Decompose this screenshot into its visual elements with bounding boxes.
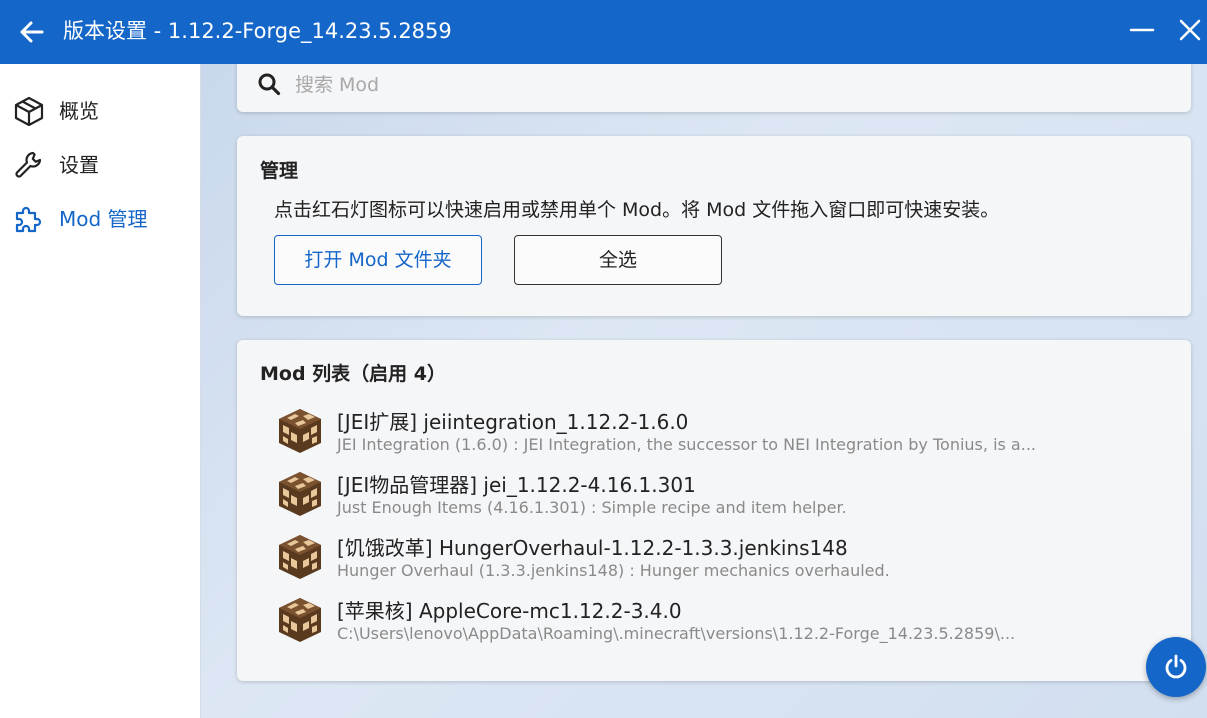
mod-description: JEI Integration (1.6.0) : JEI Integratio… xyxy=(337,435,1036,454)
open-mod-folder-button[interactable]: 打开 Mod 文件夹 xyxy=(274,235,482,285)
main-content: 管理 点击红石灯图标可以快速启用或禁用单个 Mod。将 Mod 文件拖入窗口即可… xyxy=(201,64,1207,718)
mod-list-card: Mod 列表（启用 4） [JEI扩展] jeiintegration_1.12… xyxy=(237,340,1191,681)
mod-list-item[interactable]: [JEI物品管理器] jei_1.12.2-4.16.1.301 Just En… xyxy=(277,467,1157,527)
sidebar-item-mod-management[interactable]: Mod 管理 xyxy=(0,196,200,242)
select-all-button[interactable]: 全选 xyxy=(514,235,722,285)
manage-description: 点击红石灯图标可以快速启用或禁用单个 Mod。将 Mod 文件拖入窗口即可快速安… xyxy=(274,199,1000,221)
mod-description: Just Enough Items (4.16.1.301) : Simple … xyxy=(337,498,847,517)
search-input[interactable] xyxy=(293,68,1157,102)
redstone-lamp-icon[interactable] xyxy=(277,408,323,454)
redstone-lamp-icon[interactable] xyxy=(277,471,323,517)
manage-title: 管理 xyxy=(260,160,299,182)
back-button[interactable] xyxy=(16,16,48,48)
sidebar-item-label: 设置 xyxy=(59,153,99,177)
mod-list-item[interactable]: [饥饿改革] HungerOverhaul-1.12.2-1.3.3.jenki… xyxy=(277,530,1157,590)
mod-title: [JEI扩展] jeiintegration_1.12.2-1.6.0 xyxy=(337,410,689,434)
arrow-left-icon xyxy=(20,21,44,43)
sidebar-item-overview[interactable]: 概览 xyxy=(0,88,200,134)
mod-title: [JEI物品管理器] jei_1.12.2-4.16.1.301 xyxy=(337,473,696,497)
search-card xyxy=(237,64,1191,112)
launch-button[interactable] xyxy=(1146,637,1206,697)
mod-list-title: Mod 列表（启用 4） xyxy=(260,363,447,385)
sidebar-item-label: 概览 xyxy=(59,99,99,123)
power-icon xyxy=(1165,654,1187,679)
cube-icon xyxy=(14,96,44,126)
sidebar-item-label: Mod 管理 xyxy=(59,207,148,231)
title-bar: 版本设置 - 1.12.2-Forge_14.23.5.2859 xyxy=(0,0,1207,64)
redstone-lamp-icon[interactable] xyxy=(277,597,323,643)
mod-list-item[interactable]: [苹果核] AppleCore-mc1.12.2-3.4.0 C:\Users\… xyxy=(277,593,1157,653)
sidebar-item-settings[interactable]: 设置 xyxy=(0,142,200,188)
manage-card: 管理 点击红石灯图标可以快速启用或禁用单个 Mod。将 Mod 文件拖入窗口即可… xyxy=(237,136,1191,316)
close-button[interactable] xyxy=(1176,16,1204,44)
wrench-icon xyxy=(15,151,42,178)
sidebar: 概览 设置 Mod 管理 xyxy=(0,64,201,718)
mod-title: [饥饿改革] HungerOverhaul-1.12.2-1.3.3.jenki… xyxy=(337,536,848,560)
puzzle-icon xyxy=(15,206,42,233)
mod-description: C:\Users\lenovo\AppData\Roaming\.minecra… xyxy=(337,624,1016,643)
search-icon xyxy=(258,73,281,96)
close-icon xyxy=(1179,19,1201,41)
mod-title: [苹果核] AppleCore-mc1.12.2-3.4.0 xyxy=(337,599,682,623)
minimize-button[interactable] xyxy=(1128,16,1156,44)
window-title: 版本设置 - 1.12.2-Forge_14.23.5.2859 xyxy=(63,19,452,43)
redstone-lamp-icon[interactable] xyxy=(277,534,323,580)
mod-list-item[interactable]: [JEI扩展] jeiintegration_1.12.2-1.6.0 JEI … xyxy=(277,404,1157,464)
mod-description: Hunger Overhaul (1.3.3.jenkins148) : Hun… xyxy=(337,561,890,580)
minimize-icon xyxy=(1129,28,1155,32)
